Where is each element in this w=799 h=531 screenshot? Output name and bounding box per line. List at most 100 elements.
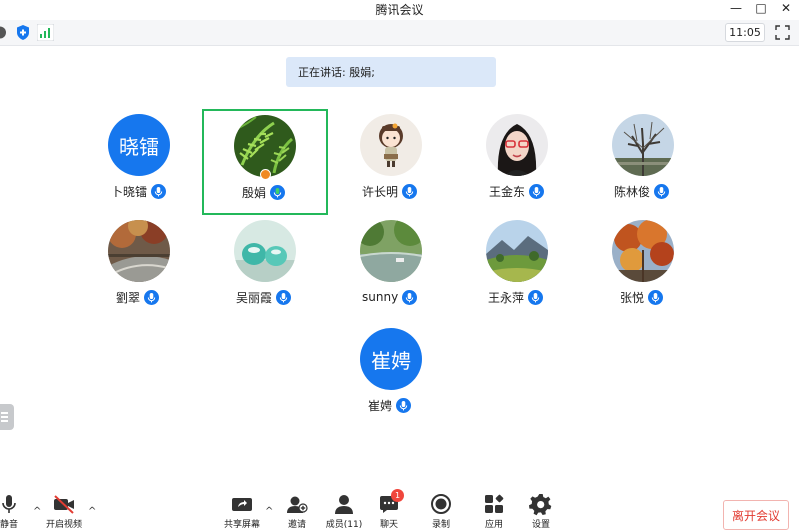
participant-name: sunny [362, 290, 399, 304]
avatar-photo [612, 220, 674, 282]
record-button[interactable]: 录制 [428, 492, 454, 531]
participant-name-row: 王永萍 [488, 288, 544, 306]
settings-button[interactable]: 设置 [528, 492, 554, 531]
participant-name: 张悦 [620, 290, 645, 305]
mute-options-caret-icon[interactable]: ^ [33, 506, 41, 517]
participant-name-row: 王金东 [489, 182, 545, 200]
participant-name-row: 陈林俊 [614, 182, 670, 200]
participant-tile[interactable]: 张悦 [580, 216, 706, 322]
participant-name: 王金东 [489, 184, 526, 199]
avatar: 晓镭 [108, 114, 170, 176]
host-badge-icon [260, 169, 271, 180]
video-options-caret-icon[interactable]: ^ [88, 506, 96, 517]
menu-line-icon [1, 416, 8, 418]
participant-name: 王永萍 [488, 290, 525, 305]
meeting-info-icon[interactable] [0, 24, 8, 41]
apps-button[interactable]: 应用 [481, 492, 507, 531]
minimize-button[interactable]: — [727, 0, 745, 16]
meeting-window: 腾讯会议 — □ ✕ 11:05 正在讲话: 殷娟; 晓镭 卜晓镭 殷娟 许长明… [0, 0, 799, 531]
meeting-timer: 11:05 [725, 23, 765, 42]
mic-icon [402, 289, 418, 305]
participant-tile[interactable]: 王永萍 [454, 216, 580, 322]
mic-icon [276, 289, 292, 305]
avatar-photo [612, 114, 674, 176]
mic-icon [648, 289, 664, 305]
participant-name-row: sunny [362, 288, 418, 306]
invite-button[interactable]: 邀请 [284, 492, 310, 531]
avatar: 崔娉 [360, 328, 422, 390]
participant-name-row: 张悦 [620, 288, 664, 306]
members-icon [335, 495, 353, 514]
title-bar: 腾讯会议 — □ ✕ [0, 0, 799, 18]
window-title: 腾讯会议 [375, 3, 424, 17]
status-bar: 11:05 [0, 20, 799, 46]
participant-tile[interactable]: 晓镭 卜晓镭 [76, 110, 202, 216]
chat-unread-badge: 1 [391, 489, 404, 502]
fullscreen-icon[interactable] [774, 24, 791, 41]
mute-label: 静音 [0, 520, 18, 530]
menu-line-icon [1, 420, 8, 422]
participant-tile[interactable]: 劉翠 [76, 216, 202, 322]
members-button[interactable]: 成员(11) [324, 492, 364, 531]
avatar-photo [360, 220, 422, 282]
participant-name: 许长明 [362, 184, 399, 199]
video-off-icon [54, 495, 74, 514]
meeting-toolbar: 静音 ^ 开启视频 ^ 共享屏幕 ^ 邀请 成员(11) 聊天 1 录制 应用 … [0, 489, 799, 531]
apps-grid-icon [485, 494, 504, 513]
avatar-photo [486, 220, 548, 282]
participant-tile[interactable]: sunny [328, 216, 454, 322]
settings-label: 设置 [531, 520, 550, 530]
mic-icon [151, 183, 167, 199]
participant-name: 陈林俊 [614, 184, 651, 199]
side-panel-toggle[interactable] [0, 404, 14, 430]
participant-tile[interactable]: 陈林俊 [580, 110, 706, 216]
chat-label: 聊天 [379, 520, 398, 530]
avatar-photo [234, 220, 296, 282]
mic-icon [654, 183, 670, 199]
security-shield-icon[interactable] [15, 24, 31, 41]
participant-name-row: 卜晓镭 [111, 182, 167, 200]
maximize-button[interactable]: □ [752, 0, 770, 16]
participant-tile[interactable]: 吴丽霞 [202, 216, 328, 322]
participant-name: 殷娟 [242, 185, 267, 200]
mute-button[interactable]: 静音 [0, 492, 22, 531]
share-screen-button[interactable]: 共享屏幕 [222, 492, 262, 531]
avatar-photo [486, 114, 548, 176]
mic-icon [402, 183, 418, 199]
share-screen-label: 共享屏幕 [223, 520, 260, 530]
participant-name: 崔娉 [368, 398, 393, 413]
mic-icon [144, 289, 160, 305]
mic-icon [529, 183, 545, 199]
start-video-label: 开启视频 [45, 520, 82, 530]
mic-icon [528, 289, 544, 305]
participant-name-row: 吴丽霞 [236, 288, 292, 306]
avatar-photo [234, 115, 296, 177]
start-video-button[interactable]: 开启视频 [44, 492, 84, 531]
participant-name: 吴丽霞 [236, 290, 273, 305]
mic-icon [396, 397, 412, 413]
avatar-photo [360, 114, 422, 176]
participant-name: 卜晓镭 [111, 184, 148, 199]
share-screen-icon [232, 498, 252, 511]
participant-name-row: 崔娉 [368, 396, 412, 414]
record-label: 录制 [431, 520, 450, 530]
network-signal-icon[interactable] [37, 24, 54, 41]
close-button[interactable]: ✕ [777, 0, 795, 16]
participant-tile-active[interactable]: 殷娟 [202, 109, 328, 215]
record-icon [431, 494, 451, 514]
participant-tile[interactable]: 王金东 [454, 110, 580, 216]
participant-name-row: 殷娟 [242, 183, 286, 201]
members-label: 成员(11) [325, 520, 363, 530]
avatar-photo [108, 220, 170, 282]
participant-name-row: 许长明 [362, 182, 418, 200]
invite-label: 邀请 [287, 520, 306, 530]
participant-tile[interactable]: 许长明 [328, 110, 454, 216]
participant-name-row: 劉翠 [116, 288, 160, 306]
participant-tile[interactable]: 崔娉 崔娉 [328, 324, 454, 430]
share-options-caret-icon[interactable]: ^ [265, 506, 273, 517]
menu-line-icon [1, 412, 8, 414]
gear-icon [529, 494, 552, 516]
leave-meeting-button[interactable]: 离开会议 [723, 500, 789, 530]
microphone-icon [2, 495, 16, 513]
mic-speaking-icon [270, 184, 286, 200]
